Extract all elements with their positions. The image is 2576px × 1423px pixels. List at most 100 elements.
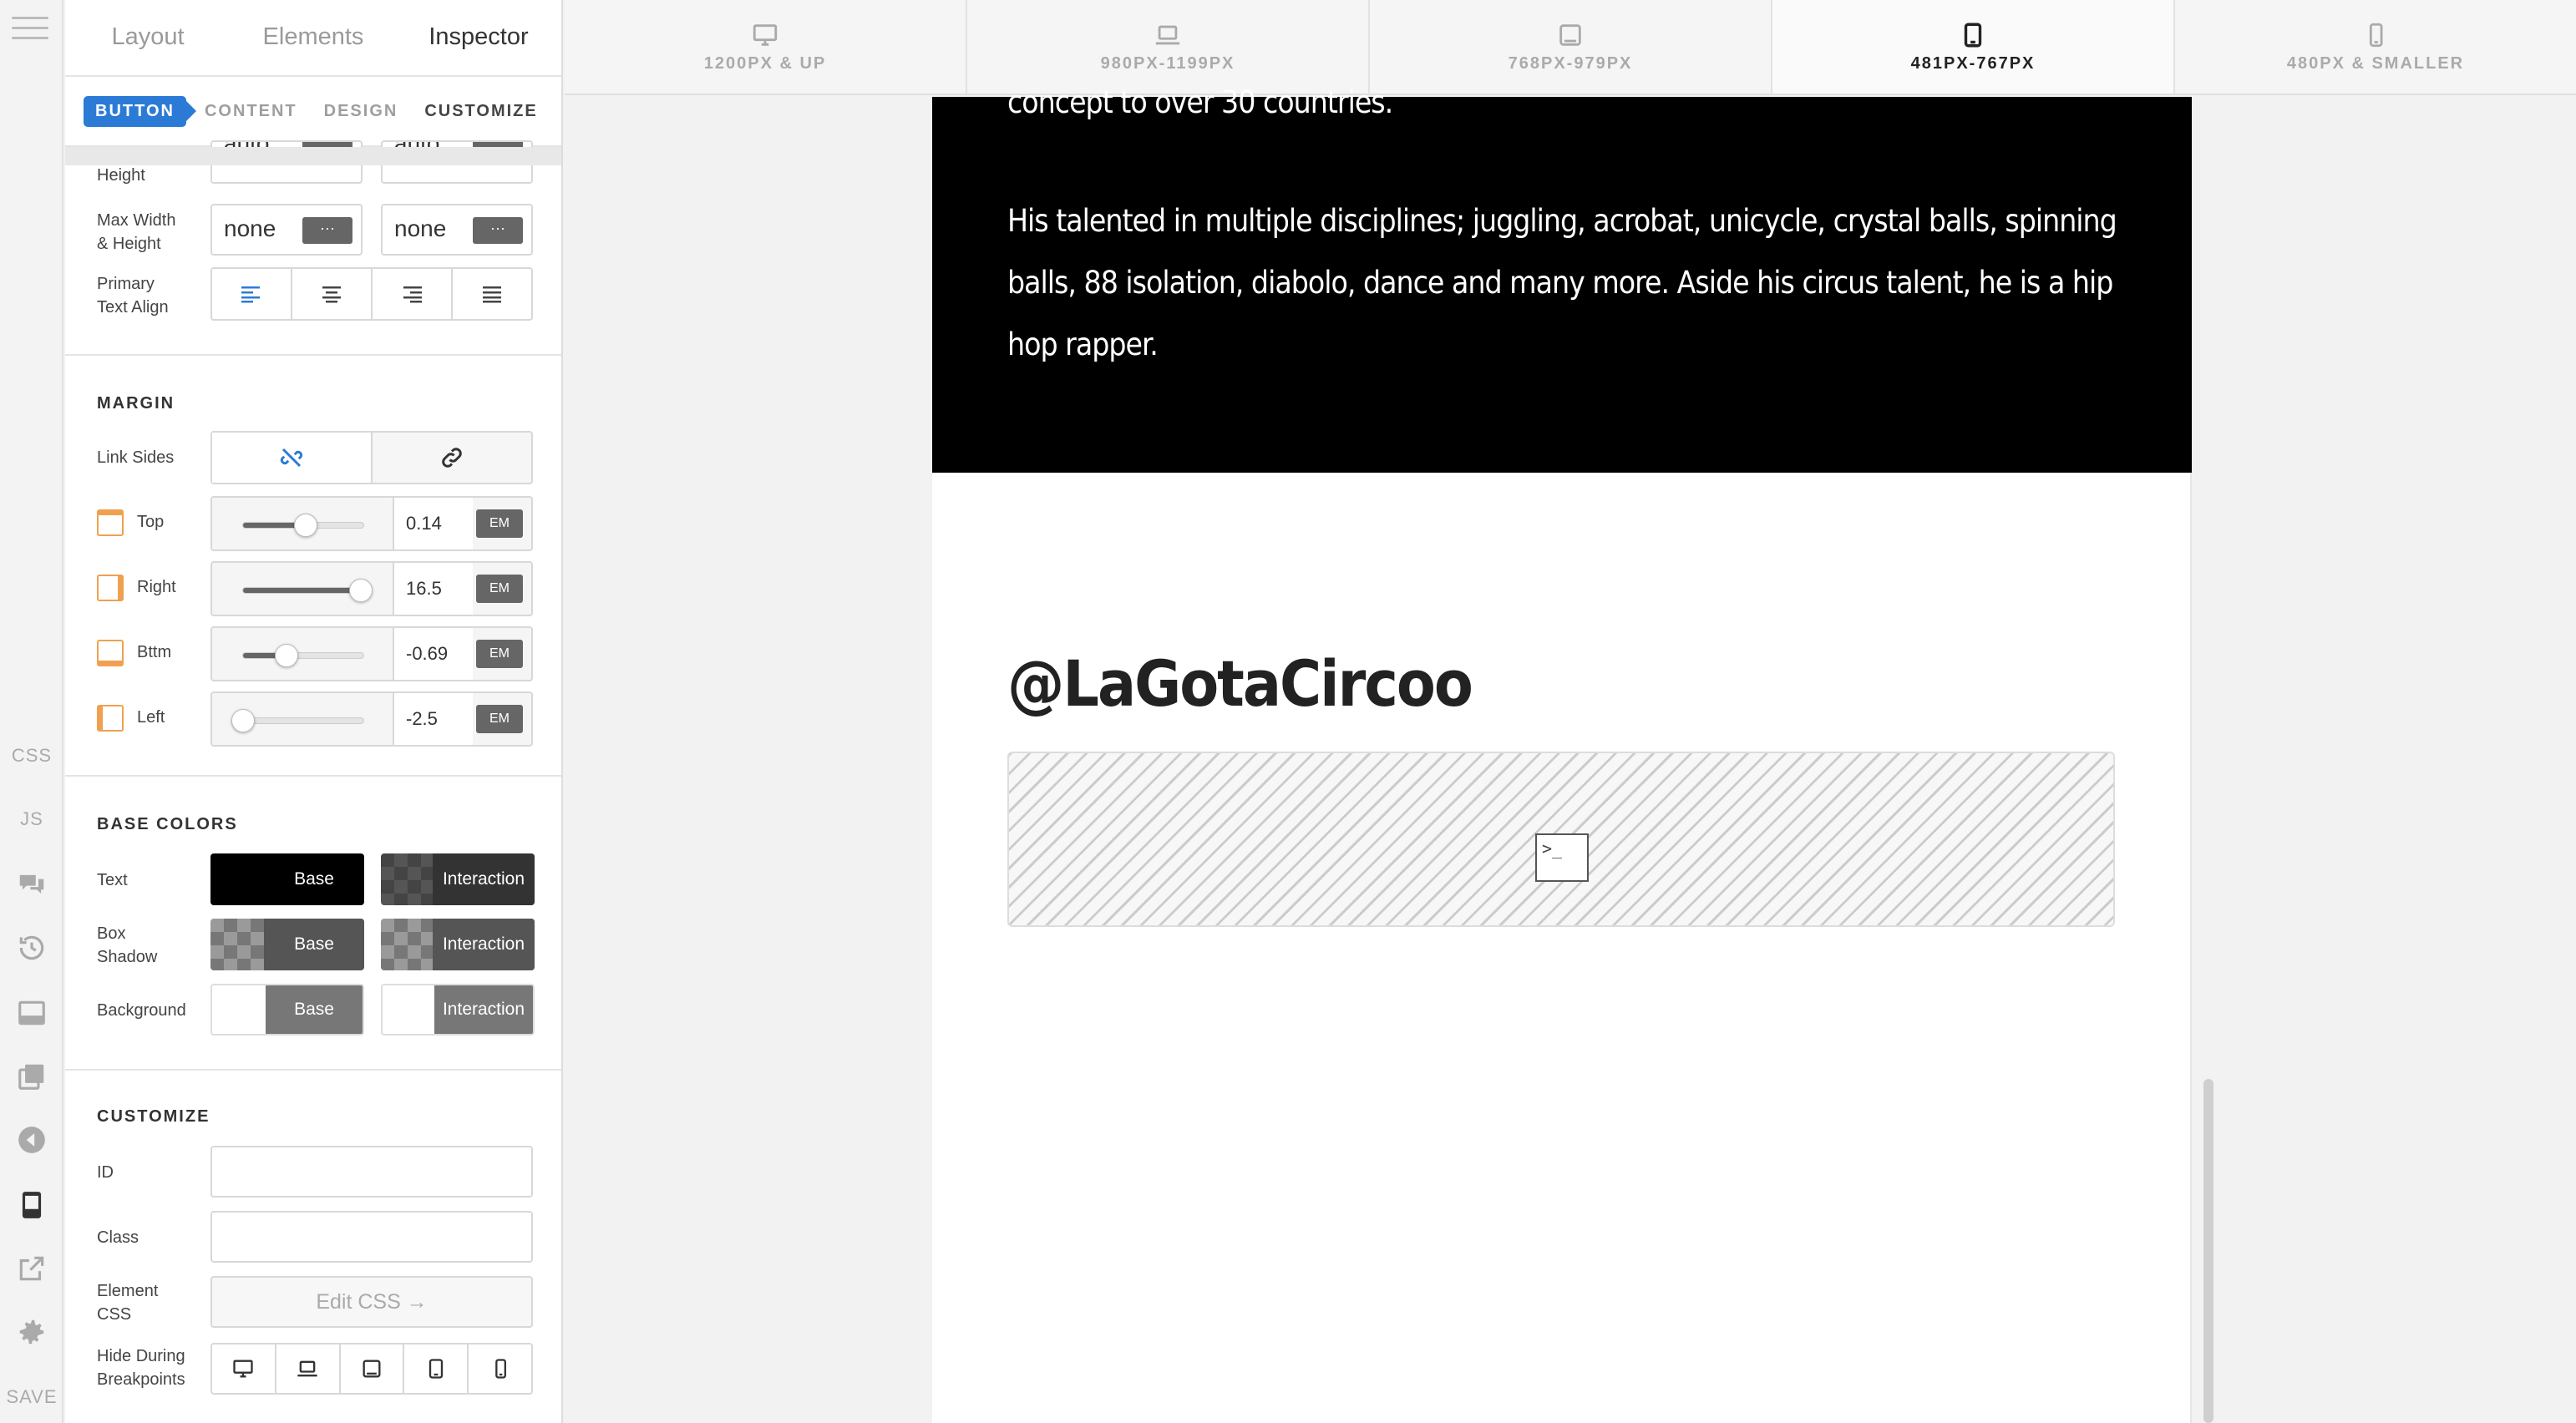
text-color-label: Text xyxy=(97,871,128,889)
id-input[interactable] xyxy=(210,1146,533,1198)
margin-left-slider[interactable] xyxy=(231,709,364,732)
hide-tablet-landscape-icon[interactable] xyxy=(341,1345,405,1393)
hamburger-menu-icon[interactable] xyxy=(12,17,48,40)
margin-bottom-unit-button[interactable]: EM xyxy=(476,640,523,668)
align-right-icon[interactable] xyxy=(373,269,453,319)
box-shadow-label-1: Box xyxy=(97,924,126,943)
edit-css-button[interactable]: Edit CSS → xyxy=(210,1276,533,1328)
margin-top-input[interactable]: 0.14 xyxy=(393,498,473,549)
bio-text-section[interactable]: concept to over 30 countries. His talent… xyxy=(932,84,2192,473)
text-align-label-2: Text Align xyxy=(97,298,169,317)
social-handle-heading[interactable]: @LaGotaCircoo xyxy=(1007,646,1473,721)
js-button[interactable]: JS xyxy=(0,808,63,830)
margin-top-unit-button[interactable]: EM xyxy=(476,509,523,538)
subtab-content[interactable]: CONTENT xyxy=(205,102,297,121)
margin-bottom-slider-thumb[interactable] xyxy=(274,644,298,667)
hide-breakpoints-group xyxy=(210,1343,533,1395)
css-button[interactable]: CSS xyxy=(0,745,63,767)
align-center-icon[interactable] xyxy=(292,269,373,319)
margin-top-label: Top xyxy=(137,513,165,531)
text-base-color-swatch[interactable]: Base xyxy=(210,853,364,905)
unlink-sides-icon[interactable] xyxy=(212,433,373,483)
height-label: Height xyxy=(97,166,145,185)
shadow-interaction-color-swatch[interactable]: Interaction xyxy=(381,919,535,970)
link-sides-group xyxy=(210,431,533,484)
builder-canvas: concept to over 30 countries. His talent… xyxy=(565,84,2576,1423)
max-width-input[interactable]: none ··· xyxy=(210,204,363,256)
pages-icon[interactable] xyxy=(16,1061,48,1092)
hide-phone-icon[interactable] xyxy=(469,1345,531,1393)
box-shadow-label-2: Shadow xyxy=(97,948,158,966)
breakpoint-label: 481PX-767PX xyxy=(1910,53,2036,73)
history-icon[interactable] xyxy=(16,932,48,964)
terminal-icon: >_ xyxy=(1535,833,1589,882)
hide-tablet-portrait-icon[interactable] xyxy=(404,1345,469,1393)
margin-left-slider-thumb[interactable] xyxy=(231,709,255,732)
background-interaction-color-swatch[interactable]: Interaction xyxy=(381,984,535,1036)
footer-layout-icon[interactable] xyxy=(16,997,48,1029)
hide-laptop-icon[interactable] xyxy=(276,1345,341,1393)
shadow-base-color-swatch[interactable]: Base xyxy=(210,919,364,970)
max-height-input[interactable]: none ··· xyxy=(381,204,533,256)
margin-bottom-icon xyxy=(97,640,124,666)
tablet-portrait-icon xyxy=(1964,23,1982,47)
margin-right-slider[interactable] xyxy=(242,579,373,602)
divider xyxy=(65,354,561,356)
margin-left-icon xyxy=(97,705,124,732)
margin-top-icon xyxy=(97,509,124,536)
divider xyxy=(65,1069,561,1071)
margin-left-unit-button[interactable]: EM xyxy=(476,705,523,733)
align-left-icon[interactable] xyxy=(212,269,292,319)
element-type-badge: BUTTON xyxy=(84,95,196,127)
margin-bottom-input[interactable]: -0.69 xyxy=(393,628,473,680)
margin-bottom-label: Bttm xyxy=(137,643,172,661)
margin-right-input[interactable]: 16.5 xyxy=(393,563,473,615)
align-justify-icon[interactable] xyxy=(453,269,531,319)
margin-top-slider[interactable] xyxy=(242,514,364,537)
max-height-more-button[interactable]: ··· xyxy=(473,217,523,244)
background-color-label: Background xyxy=(97,1001,186,1020)
breakpoint-tab-phone[interactable]: 480PX & SMALLER xyxy=(2175,0,2576,94)
text-align-label-1: Primary xyxy=(97,275,155,293)
breakpoint-tab-desktop[interactable]: 1200PX & UP xyxy=(565,0,967,94)
element-css-label-1: Element xyxy=(97,1282,159,1300)
tab-inspector[interactable]: Inspector xyxy=(396,0,561,75)
inspector-panel: Layout Elements Inspector BUTTON CONTENT… xyxy=(65,0,563,1423)
margin-bottom-slider[interactable] xyxy=(242,644,364,667)
breakpoint-tab-tablet-landscape[interactable]: 768PX-979PX xyxy=(1370,0,1772,94)
subtab-design[interactable]: DESIGN xyxy=(324,102,398,121)
margin-left-input[interactable]: -2.5 xyxy=(393,693,473,745)
canvas-scrollbar[interactable] xyxy=(2200,97,2217,1423)
comments-icon[interactable] xyxy=(16,868,48,900)
laptop-icon xyxy=(1155,25,1180,44)
subtab-customize[interactable]: CUSTOMIZE xyxy=(424,102,537,121)
back-circle-icon[interactable] xyxy=(16,1124,48,1156)
breakpoint-tab-tablet-portrait[interactable]: 481PX-767PX xyxy=(1772,0,2175,94)
save-button[interactable]: SAVE xyxy=(0,1386,63,1408)
margin-right-slider-thumb[interactable] xyxy=(349,579,373,602)
customize-section-title: CUSTOMIZE xyxy=(97,1107,210,1126)
responsive-device-icon[interactable] xyxy=(16,1189,48,1221)
external-link-icon[interactable] xyxy=(16,1253,48,1284)
breakpoint-label: 480PX & SMALLER xyxy=(2286,53,2465,73)
settings-gear-icon[interactable] xyxy=(16,1316,48,1348)
hide-desktop-icon[interactable] xyxy=(212,1345,276,1393)
margin-left-label: Left xyxy=(137,708,165,727)
bio-text-paragraph: His talented in multiple disciplines; ju… xyxy=(1007,203,2117,362)
hide-breakpoints-label-2: Breakpoints xyxy=(97,1370,185,1389)
tab-layout[interactable]: Layout xyxy=(65,0,231,75)
tab-elements[interactable]: Elements xyxy=(231,0,396,75)
max-size-label-1: Max Width xyxy=(97,211,176,230)
max-width-more-button[interactable]: ··· xyxy=(302,217,352,244)
canvas-scrollbar-thumb[interactable] xyxy=(2203,1079,2213,1423)
text-interaction-color-swatch[interactable]: Interaction xyxy=(381,853,535,905)
link-sides-icon[interactable] xyxy=(373,433,531,483)
margin-right-unit-button[interactable]: EM xyxy=(476,575,523,603)
link-sides-label: Link Sides xyxy=(97,448,175,467)
class-input[interactable] xyxy=(210,1211,533,1263)
background-base-color-swatch[interactable]: Base xyxy=(210,984,364,1036)
scroll-overlap-band xyxy=(65,147,561,165)
code-embed-placeholder[interactable]: >_ xyxy=(1007,752,2115,927)
breakpoint-label: 1200PX & UP xyxy=(703,53,827,73)
margin-top-slider-thumb[interactable] xyxy=(293,514,317,537)
